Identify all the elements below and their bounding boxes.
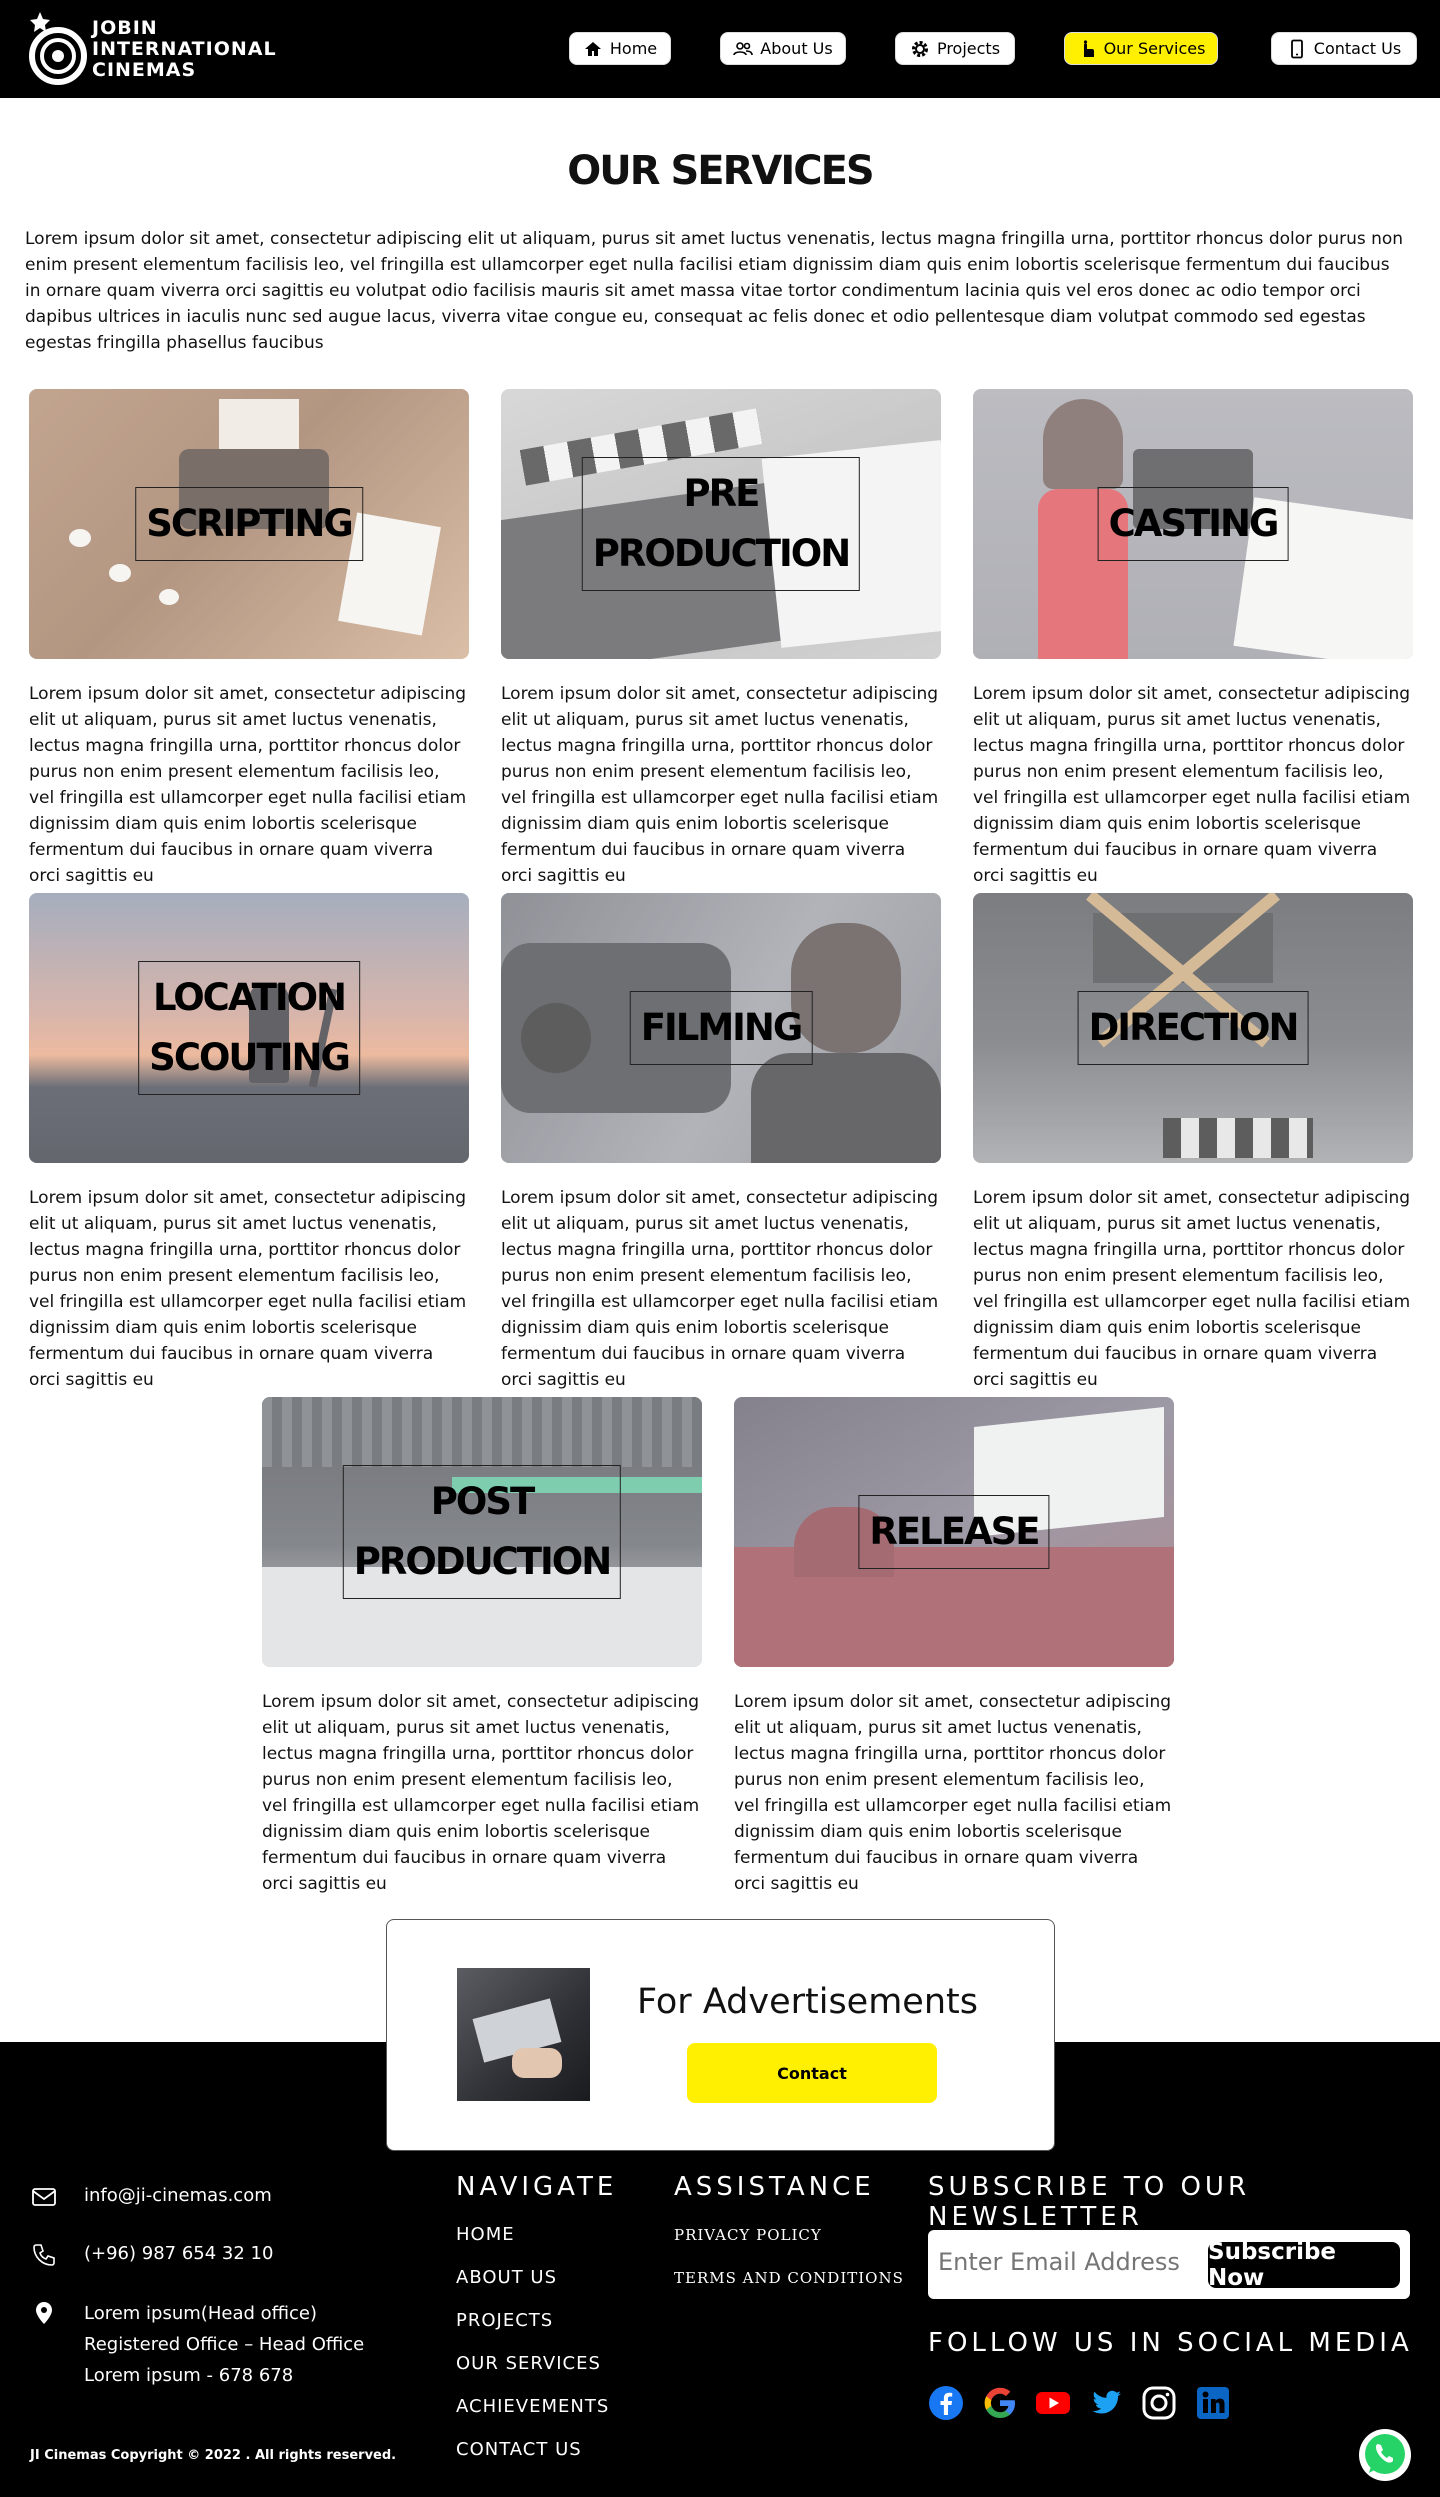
assistance-heading: ASSISTANCE bbox=[674, 2172, 875, 2202]
nav-projects-button[interactable]: Projects bbox=[895, 32, 1015, 65]
service-title: DIRECTION bbox=[1077, 991, 1309, 1065]
nav-home-button[interactable]: Home bbox=[569, 32, 671, 65]
service-image: CASTING bbox=[973, 389, 1413, 659]
nav-contact-button[interactable]: Contact Us bbox=[1271, 32, 1417, 65]
service-description: Lorem ipsum dolor sit amet, consectetur … bbox=[734, 1692, 1172, 1894]
address-line: Lorem ipsum - 678 678 bbox=[84, 2365, 294, 2386]
contact-address: Lorem ipsum(Head office) Registered Offi… bbox=[84, 2298, 364, 2391]
footer-link-achievements[interactable]: ACHIEVEMENTS bbox=[456, 2396, 609, 2417]
service-description: Lorem ipsum dolor sit amet, consectetur … bbox=[262, 1692, 700, 1894]
footer-link-services[interactable]: OUR SERVICES bbox=[456, 2353, 601, 2374]
service-card-release: RELEASE Lorem ipsum dolor sit amet, cons… bbox=[734, 1397, 1174, 1897]
service-title: RELEASE bbox=[858, 1495, 1050, 1569]
address-line: Registered Office – Head Office bbox=[84, 2334, 365, 2355]
service-image: POST PRODUCTION bbox=[262, 1397, 702, 1667]
twitter-icon[interactable] bbox=[1088, 2385, 1124, 2421]
nav-label: About Us bbox=[760, 39, 833, 58]
brand-logo[interactable]: JOBIN INTERNATIONAL CINEMAS bbox=[28, 10, 276, 86]
service-title: FILMING bbox=[629, 991, 813, 1065]
youtube-icon[interactable] bbox=[1035, 2385, 1071, 2421]
service-card-filming: FILMING Lorem ipsum dolor sit amet, cons… bbox=[501, 893, 941, 1393]
service-title: CASTING bbox=[1097, 487, 1289, 561]
copyright-text: JI Cinemas Copyright © 2022 . All rights… bbox=[30, 2448, 397, 2463]
nav-label: Contact Us bbox=[1313, 39, 1402, 58]
phone-icon bbox=[1290, 39, 1303, 58]
film-reel-logo-icon bbox=[29, 12, 87, 85]
service-card-direction: DIRECTION Lorem ipsum dolor sit amet, co… bbox=[973, 893, 1413, 1393]
hand-icon bbox=[1083, 39, 1094, 57]
nav-label: Our Services bbox=[1103, 39, 1206, 58]
service-image: PRE PRODUCTION bbox=[501, 389, 941, 659]
service-description: Lorem ipsum dolor sit amet, consectetur … bbox=[501, 684, 939, 886]
service-image: RELEASE bbox=[734, 1397, 1174, 1667]
service-image: SCRIPTING bbox=[29, 389, 469, 659]
google-icon[interactable] bbox=[982, 2385, 1018, 2421]
gear-icon bbox=[911, 40, 928, 57]
contact-button[interactable]: Contact bbox=[687, 2043, 937, 2103]
phone-icon bbox=[33, 2244, 55, 2266]
service-title: POST PRODUCTION bbox=[342, 1465, 622, 1599]
instagram-icon[interactable] bbox=[1141, 2385, 1177, 2421]
advertisement-image bbox=[457, 1968, 590, 2101]
brand-line: CINEMAS bbox=[92, 59, 197, 81]
top-nav: JOBIN INTERNATIONAL CINEMAS Home About U… bbox=[0, 0, 1440, 98]
subscribe-button[interactable]: Subscribe Now bbox=[1208, 2239, 1400, 2291]
intro-paragraph: Lorem ipsum dolor sit amet, consectetur … bbox=[25, 229, 1404, 353]
contact-phone[interactable]: (+96) 987 654 32 10 bbox=[84, 2238, 273, 2269]
social-heading: FOLLOW US IN SOCIAL MEDIA bbox=[928, 2328, 1413, 2358]
service-description: Lorem ipsum dolor sit amet, consectetur … bbox=[29, 1188, 467, 1390]
service-title: LOCATION SCOUTING bbox=[138, 961, 360, 1095]
service-description: Lorem ipsum dolor sit amet, consectetur … bbox=[973, 1188, 1411, 1390]
users-icon bbox=[733, 41, 754, 55]
nav-label: Home bbox=[609, 39, 658, 58]
service-card-location-scouting: LOCATION SCOUTING Lorem ipsum dolor sit … bbox=[29, 893, 469, 1393]
nav-label: Projects bbox=[936, 39, 1001, 58]
service-title: PRE PRODUCTION bbox=[581, 457, 861, 591]
footer-link-terms[interactable]: TERMS AND CONDITIONS bbox=[674, 2269, 904, 2287]
linkedin-icon[interactable] bbox=[1195, 2385, 1231, 2421]
service-card-pre-production: PRE PRODUCTION Lorem ipsum dolor sit ame… bbox=[501, 389, 941, 889]
brand-line: INTERNATIONAL bbox=[92, 38, 277, 60]
advertisement-card: For Advertisements Contact bbox=[386, 1919, 1055, 2151]
mail-icon bbox=[32, 2188, 56, 2206]
footer-link-home[interactable]: HOME bbox=[456, 2224, 515, 2245]
service-image: LOCATION SCOUTING bbox=[29, 893, 469, 1163]
nav-services-button[interactable]: Our Services bbox=[1064, 32, 1218, 65]
service-description: Lorem ipsum dolor sit amet, consectetur … bbox=[501, 1188, 939, 1390]
address-line: Lorem ipsum(Head office) bbox=[84, 2303, 318, 2324]
facebook-icon[interactable] bbox=[928, 2385, 964, 2421]
service-description: Lorem ipsum dolor sit amet, consectetur … bbox=[29, 684, 467, 886]
whatsapp-icon[interactable] bbox=[1358, 2428, 1412, 2482]
service-description: Lorem ipsum dolor sit amet, consectetur … bbox=[973, 684, 1411, 886]
footer-link-projects[interactable]: PROJECTS bbox=[456, 2310, 553, 2331]
footer-link-contact[interactable]: CONTACT US bbox=[456, 2439, 582, 2460]
service-card-casting: CASTING Lorem ipsum dolor sit amet, cons… bbox=[973, 389, 1413, 889]
location-pin-icon bbox=[36, 2302, 52, 2324]
brand-line: JOBIN bbox=[92, 17, 158, 39]
advertisement-title: For Advertisements bbox=[637, 1982, 978, 2022]
newsletter-heading: SUBSCRIBE TO OUR NEWSLETTER bbox=[928, 2172, 1251, 2232]
nav-about-button[interactable]: About Us bbox=[720, 32, 846, 65]
service-card-post-production: POST PRODUCTION Lorem ipsum dolor sit am… bbox=[262, 1397, 702, 1897]
page-title: OUR SERVICES bbox=[567, 148, 874, 194]
service-image: FILMING bbox=[501, 893, 941, 1163]
newsletter-email-input[interactable] bbox=[938, 2248, 1198, 2276]
newsletter-form: Subscribe Now bbox=[928, 2230, 1410, 2299]
service-card-scripting: SCRIPTING Lorem ipsum dolor sit amet, co… bbox=[29, 389, 469, 889]
footer-link-about[interactable]: ABOUT US bbox=[456, 2267, 557, 2288]
navigate-heading: NAVIGATE bbox=[456, 2172, 618, 2202]
service-image: DIRECTION bbox=[973, 893, 1413, 1163]
home-icon bbox=[584, 41, 601, 56]
contact-email[interactable]: info@ji-cinemas.com bbox=[84, 2180, 272, 2211]
footer-link-privacy[interactable]: PRIVACY POLICY bbox=[674, 2226, 822, 2244]
service-title: SCRIPTING bbox=[135, 487, 363, 561]
